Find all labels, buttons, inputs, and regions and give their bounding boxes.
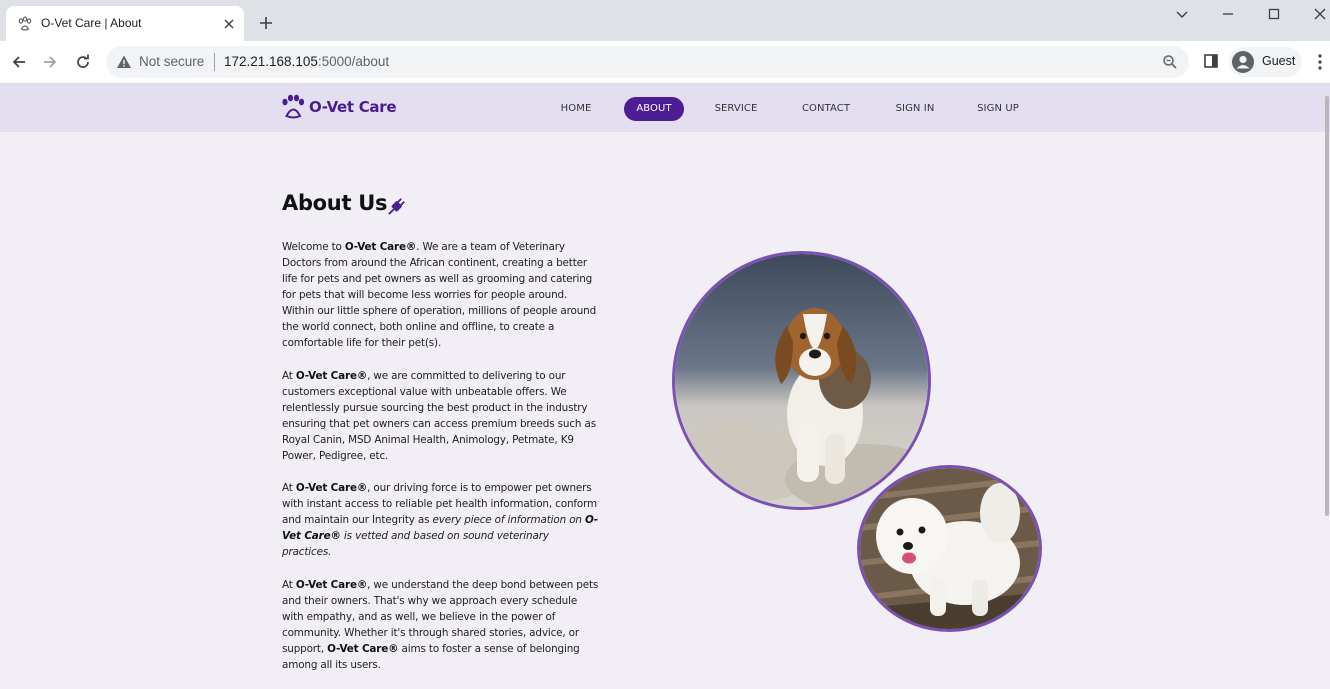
- address-bar[interactable]: Not secure 172.21.168.105:5000/about: [106, 46, 1189, 78]
- warning-icon[interactable]: [116, 54, 132, 70]
- maximize-icon[interactable]: [1266, 6, 1282, 22]
- p3-italic-pre: every piece of information on: [432, 514, 585, 526]
- browser-tab[interactable]: O-Vet Care | About: [6, 6, 244, 41]
- paw-logo-icon[interactable]: [281, 94, 305, 120]
- tab-title: O-Vet Care | About: [41, 16, 142, 30]
- nav-service[interactable]: SERVICE: [710, 97, 762, 121]
- p4-brand-2: O-Vet Care®: [327, 643, 399, 655]
- url-host: 172.21.168.105: [224, 54, 318, 69]
- beagle-puppy-photo: [672, 251, 931, 510]
- reload-icon[interactable]: [74, 53, 92, 71]
- about-paragraph-4: At O-Vet Care®, we understand the deep b…: [282, 577, 600, 673]
- p2-text-pre: At: [282, 370, 296, 382]
- browser-tab-strip: O-Vet Care | About: [0, 0, 1330, 41]
- browser-toolbar: Not secure 172.21.168.105:5000/about Gue…: [0, 41, 1330, 84]
- security-status[interactable]: Not secure: [139, 54, 204, 69]
- p1-brand: O-Vet Care®: [344, 241, 417, 253]
- back-arrow-icon[interactable]: [10, 53, 28, 71]
- close-tab-icon[interactable]: [222, 17, 236, 31]
- profile-button[interactable]: Guest: [1229, 47, 1302, 77]
- brand-name[interactable]: O-Vet Care: [309, 98, 397, 116]
- page-title: About Us: [282, 191, 388, 215]
- about-paragraph-2: At O-Vet Care®, we are committed to deli…: [282, 368, 600, 464]
- p3-text-pre: At: [282, 482, 296, 494]
- profile-name: Guest: [1262, 54, 1296, 68]
- p2-text-post: , we are committed to delivering to our …: [282, 370, 596, 462]
- url-text[interactable]: 172.21.168.105:5000/about: [224, 54, 389, 69]
- nav-about[interactable]: ABOUT: [624, 97, 684, 121]
- p2-brand: O-Vet Care®: [295, 370, 368, 382]
- about-paragraph-3: At O-Vet Care®, our driving force is to …: [282, 480, 600, 560]
- minimize-icon[interactable]: [1220, 6, 1236, 22]
- p1-text-post: . We are a team of Veterinary Doctors fr…: [282, 241, 597, 349]
- about-paragraph-1: Welcome to O-Vet Care®. We are a team of…: [282, 239, 600, 351]
- close-window-icon[interactable]: [1312, 6, 1328, 22]
- paw-icon: [18, 16, 32, 31]
- page-scrollbar[interactable]: [1325, 96, 1329, 516]
- nav-contact[interactable]: CONTACT: [796, 97, 856, 121]
- nav-home[interactable]: HOME: [555, 97, 597, 121]
- maltese-dog-photo: [857, 465, 1042, 632]
- beagle-illustration: [675, 254, 928, 507]
- side-panel-icon[interactable]: [1203, 53, 1219, 69]
- p1-text-pre: Welcome to: [282, 241, 345, 253]
- plug-icon: [388, 198, 405, 215]
- p3-brand: O-Vet Care®: [295, 482, 368, 494]
- nav-sign-in[interactable]: SIGN IN: [891, 97, 939, 121]
- p4-text-pre: At: [282, 579, 296, 591]
- forward-arrow-icon[interactable]: [41, 53, 59, 71]
- tab-search-chevron-icon[interactable]: [1174, 6, 1190, 22]
- nav-sign-up[interactable]: SIGN UP: [972, 97, 1024, 121]
- address-divider: [214, 53, 215, 71]
- maltese-illustration: [860, 468, 1039, 629]
- site-navbar: O-Vet Care HOME ABOUT SERVICE CONTACT SI…: [0, 84, 1330, 132]
- avatar-icon: [1232, 51, 1254, 73]
- more-menu-icon[interactable]: [1314, 53, 1326, 71]
- url-path: :5000/about: [317, 54, 390, 69]
- zoom-icon[interactable]: [1162, 54, 1178, 70]
- new-tab-icon[interactable]: [258, 15, 274, 31]
- p4-brand: O-Vet Care®: [295, 579, 368, 591]
